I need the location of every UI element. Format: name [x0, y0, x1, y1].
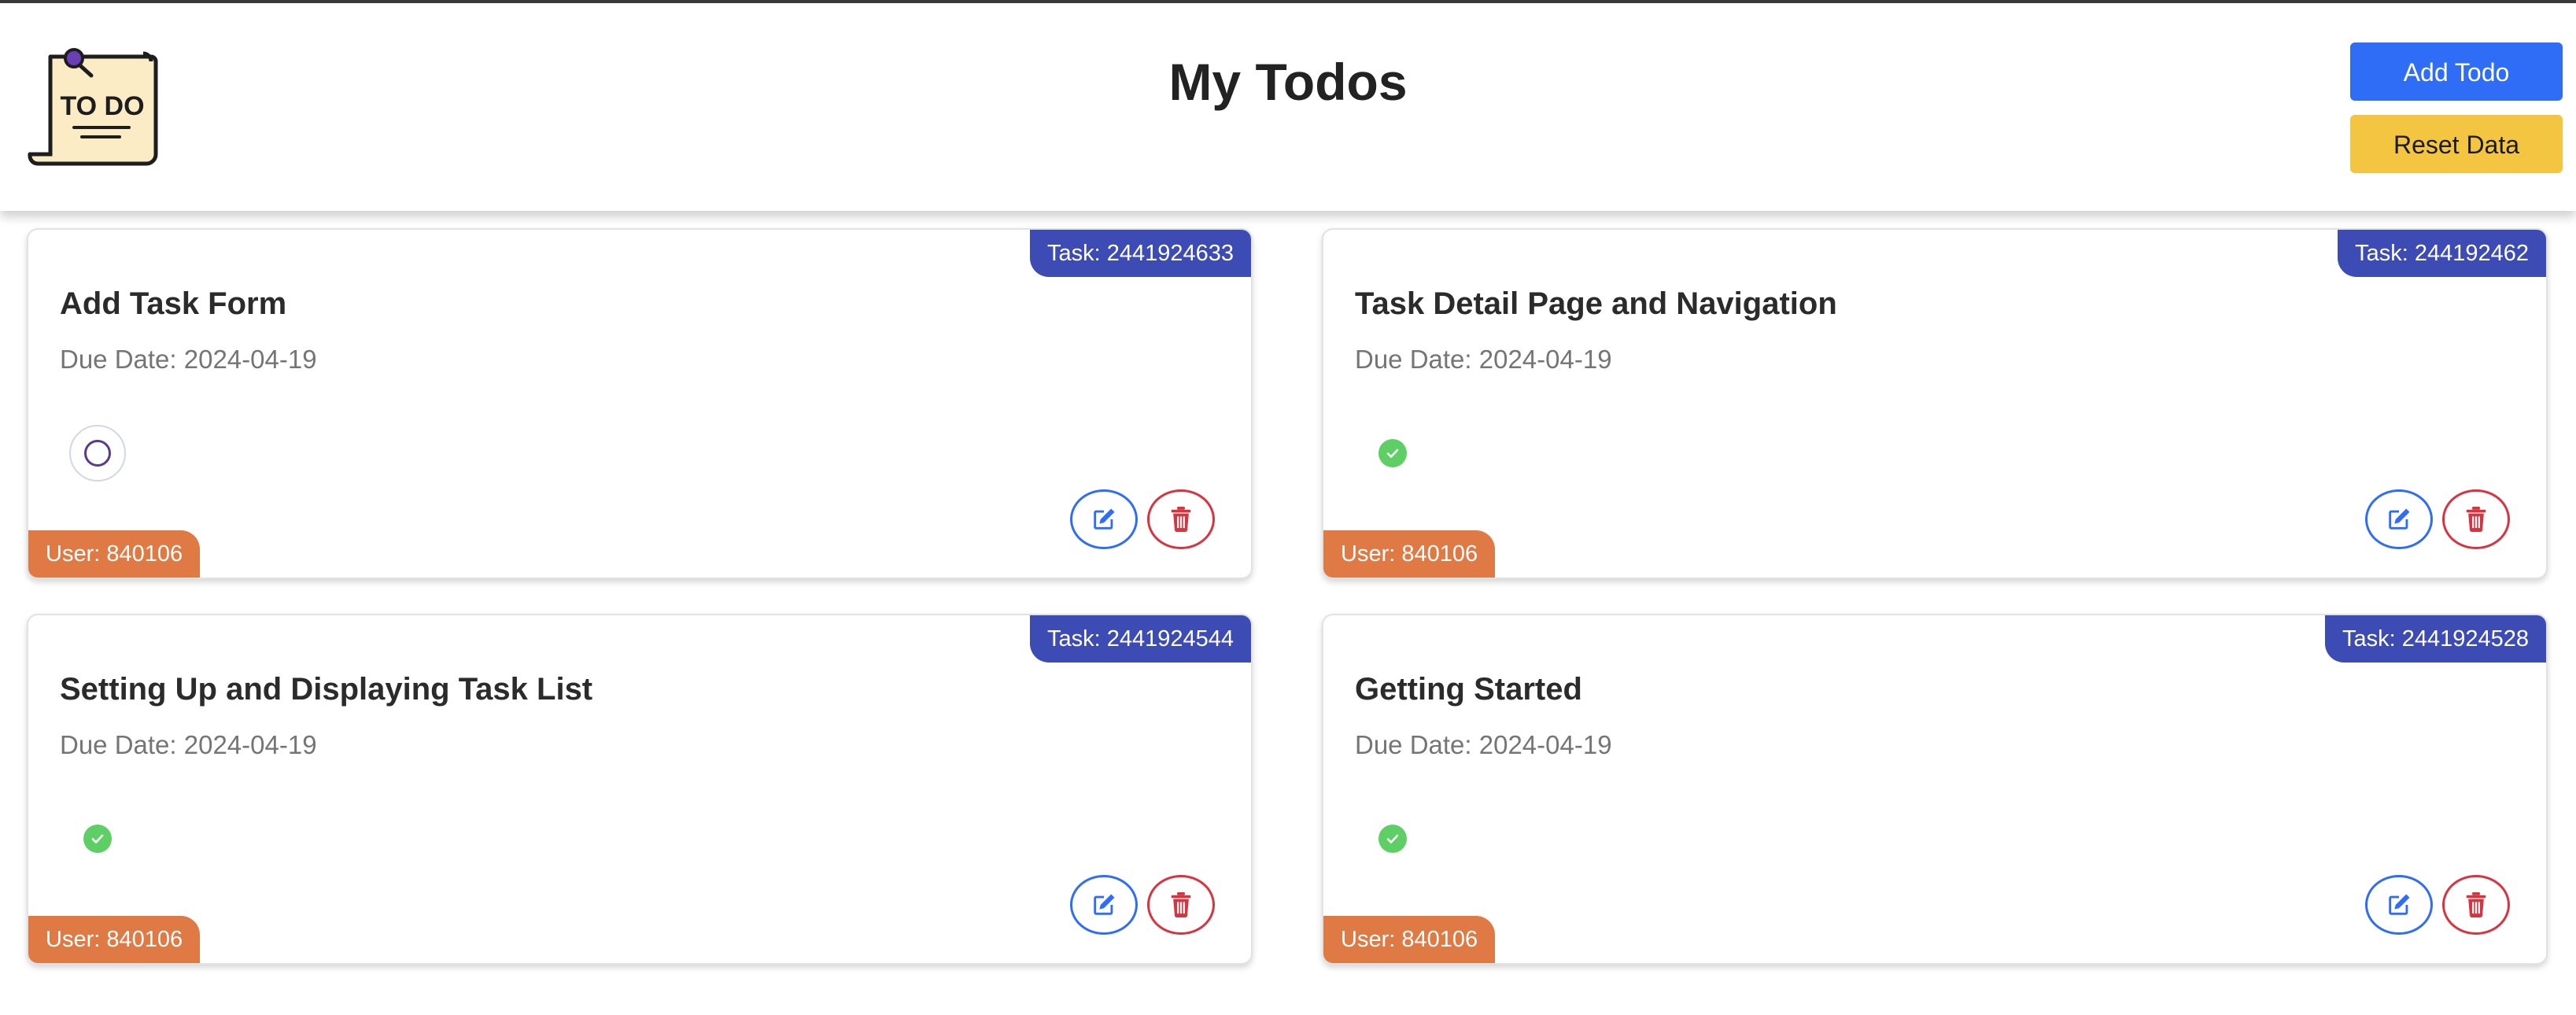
- pencil-square-icon: [1094, 894, 1115, 915]
- user-id-badge: User: 840106: [1323, 916, 1496, 963]
- edit-button[interactable]: [2365, 875, 2433, 935]
- trash-icon: [1171, 892, 1191, 917]
- complete-toggle[interactable]: [69, 810, 126, 867]
- due-date: Due Date: 2024-04-19: [60, 730, 317, 759]
- user-id-badge: User: 840106: [28, 916, 201, 963]
- complete-toggle[interactable]: [1364, 425, 1421, 482]
- delete-button[interactable]: [2442, 875, 2510, 935]
- todo-title: Task Detail Page and Navigation: [1355, 286, 1837, 321]
- user-id-badge: User: 840106: [1323, 530, 1496, 578]
- check-circle-icon: [1378, 825, 1407, 853]
- delete-button[interactable]: [1147, 875, 1215, 935]
- due-date: Due Date: 2024-04-19: [1355, 730, 1612, 759]
- trash-icon: [2466, 892, 2486, 917]
- page-title: My Todos: [1168, 53, 1408, 111]
- todo-title: Setting Up and Displaying Task List: [60, 672, 593, 707]
- edit-button[interactable]: [1070, 875, 1138, 935]
- trash-icon: [2466, 507, 2486, 532]
- complete-toggle[interactable]: [1364, 810, 1421, 867]
- add-todo-button[interactable]: Add Todo: [2350, 42, 2563, 101]
- task-id-badge: Task: 2441924544: [1029, 615, 1251, 663]
- pencil-square-icon: [2389, 894, 2410, 915]
- reset-data-button[interactable]: Reset Data: [2350, 115, 2563, 173]
- user-id-badge: User: 840106: [28, 530, 201, 578]
- todo-title: Add Task Form: [60, 286, 287, 321]
- task-id-badge: Task: 244192462: [2338, 230, 2546, 277]
- todo-title: Getting Started: [1355, 672, 1582, 707]
- empty-circle-icon: [84, 440, 111, 467]
- due-date: Due Date: 2024-04-19: [60, 345, 317, 374]
- edit-button[interactable]: [2365, 489, 2433, 549]
- app-header: TO DO My Todos Add Todo Reset Data: [0, 3, 2576, 211]
- due-date: Due Date: 2024-04-19: [1355, 345, 1612, 374]
- trash-icon: [1171, 507, 1191, 532]
- edit-button[interactable]: [1070, 489, 1138, 549]
- pencil-square-icon: [1094, 508, 1115, 530]
- todo-card: Task: 2441924633 Add Task Form Due Date:…: [27, 228, 1253, 579]
- delete-button[interactable]: [2442, 489, 2510, 549]
- task-id-badge: Task: 2441924633: [1029, 230, 1251, 277]
- delete-button[interactable]: [1147, 489, 1215, 549]
- check-circle-icon: [1378, 439, 1407, 467]
- pencil-square-icon: [2389, 508, 2410, 530]
- todo-card: Task: 2441924528 Getting Started Due Dat…: [1322, 614, 2548, 965]
- todo-card: Task: 2441924544 Setting Up and Displayi…: [27, 614, 1253, 965]
- todo-card: Task: 244192462 Task Detail Page and Nav…: [1322, 228, 2548, 579]
- complete-toggle[interactable]: [69, 425, 126, 482]
- check-circle-icon: [83, 825, 112, 853]
- task-id-badge: Task: 2441924528: [2324, 615, 2546, 663]
